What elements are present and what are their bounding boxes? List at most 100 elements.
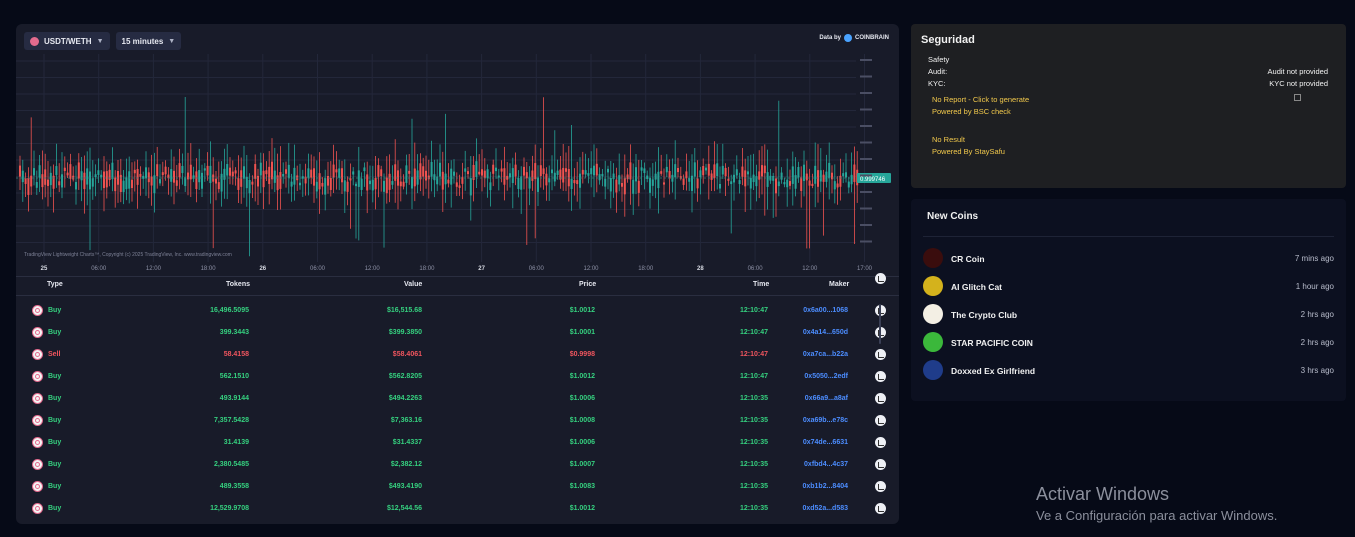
data-provider[interactable]: Data by COINBRAIN bbox=[819, 34, 889, 42]
candle-body bbox=[534, 163, 537, 180]
external-link-icon[interactable] bbox=[875, 437, 886, 448]
candle-body bbox=[41, 174, 44, 188]
table-row: Buy 493.9144 $494.2263 $1.0006 12:10:35 0x66a… bbox=[16, 388, 899, 410]
token-icon bbox=[32, 305, 43, 316]
coin-time: 2 hrs ago bbox=[1300, 310, 1334, 319]
candle-body bbox=[91, 178, 94, 187]
candle-body bbox=[763, 165, 766, 174]
candle-body bbox=[805, 173, 808, 181]
candle-body bbox=[733, 174, 735, 183]
trade-maker-link[interactable]: 0xa69b...e78c bbox=[803, 417, 848, 424]
candle-body bbox=[315, 181, 318, 192]
trade-maker-link[interactable]: 0xa7ca...b22a bbox=[803, 351, 848, 358]
candle-body bbox=[640, 167, 643, 171]
chart-credit[interactable]: TradingView Lightweight Charts™, Copyrig… bbox=[24, 252, 232, 258]
pair-selector[interactable]: USDT/WETH ▼ bbox=[24, 32, 110, 50]
candle-body bbox=[590, 168, 593, 175]
price-chart[interactable]: 0.999746 25 06:00 12:00 18:00 26 06:00 12:00 18:… bbox=[16, 54, 899, 276]
chevron-down-icon: ▼ bbox=[96, 37, 104, 45]
external-link-icon[interactable] bbox=[875, 273, 886, 284]
generate-report-link[interactable]: No Report - Click to generate bbox=[932, 95, 1029, 104]
result-powered-by[interactable]: Powered By StaySafu bbox=[932, 147, 1005, 156]
candle-body bbox=[772, 176, 775, 181]
trade-maker-link[interactable]: 0xd52a...d583 bbox=[802, 505, 848, 512]
candle-body bbox=[100, 174, 103, 178]
external-link-icon[interactable] bbox=[875, 349, 886, 360]
coin-name[interactable]: AI Glitch Cat bbox=[951, 282, 1002, 292]
col-value: Value bbox=[404, 281, 423, 288]
coin-name[interactable]: The Crypto Club bbox=[951, 310, 1017, 320]
candle-body bbox=[335, 169, 338, 173]
coin-item[interactable]: AI Glitch Cat 1 hour ago bbox=[923, 276, 1334, 298]
candle-body bbox=[598, 174, 601, 181]
coin-item[interactable]: CR Coin 7 mins ago bbox=[923, 248, 1334, 270]
candle-body bbox=[282, 173, 285, 177]
candle-body bbox=[371, 179, 374, 191]
trade-value: $399.3850 bbox=[388, 329, 422, 336]
price-axis-tick bbox=[860, 207, 872, 210]
trade-price: $1.0006 bbox=[569, 439, 595, 446]
external-link-icon[interactable] bbox=[875, 503, 886, 514]
coin-name[interactable]: Doxxed Ex Girlfriend bbox=[951, 366, 1035, 376]
trades-list: Buy 16,496.5095 $16,515.68 $1.0012 12:10:47 0… bbox=[16, 295, 899, 524]
external-link-icon[interactable] bbox=[875, 371, 886, 382]
candle-body bbox=[682, 178, 685, 185]
coin-name[interactable]: CR Coin bbox=[951, 254, 985, 264]
candle-body bbox=[439, 162, 441, 177]
trade-maker-link[interactable]: 0xb1b2...8404 bbox=[802, 483, 848, 490]
interval-selector[interactable]: 15 minutes ▼ bbox=[115, 32, 182, 50]
candle-body bbox=[724, 167, 727, 177]
report-powered-by[interactable]: Powered by BSC check bbox=[932, 107, 1011, 116]
candle-body bbox=[573, 180, 576, 184]
token-icon bbox=[32, 459, 43, 470]
candle-body bbox=[587, 173, 590, 176]
kyc-value: KYC not provided bbox=[1269, 79, 1328, 88]
external-link-icon[interactable] bbox=[875, 459, 886, 470]
candle-body bbox=[307, 168, 310, 179]
col-maker: Maker bbox=[829, 281, 850, 288]
candle-body bbox=[836, 183, 839, 188]
candle-body bbox=[537, 177, 539, 192]
external-link-icon[interactable] bbox=[875, 415, 886, 426]
candle-body bbox=[503, 168, 506, 185]
coin-item[interactable]: The Crypto Club 2 hrs ago bbox=[923, 304, 1334, 326]
scrollbar[interactable] bbox=[879, 304, 881, 344]
price-axis-tick bbox=[860, 158, 872, 160]
candle-body bbox=[441, 171, 444, 190]
trade-tokens: 489.3558 bbox=[219, 483, 249, 490]
candle-body bbox=[83, 172, 86, 190]
candle-body bbox=[497, 175, 500, 178]
coin-item[interactable]: STAR PACIFIC COIN 2 hrs ago bbox=[923, 332, 1334, 354]
price-axis-tick bbox=[860, 224, 872, 226]
candle-body bbox=[75, 182, 77, 190]
table-row: Buy 399.3443 $399.3850 $1.0001 12:10:47 0x4a1… bbox=[16, 322, 899, 344]
trade-tokens: 58.4158 bbox=[223, 351, 249, 358]
coin-item[interactable]: Doxxed Ex Girlfriend 3 hrs ago bbox=[923, 360, 1334, 382]
coin-avatar bbox=[923, 276, 943, 296]
candle-body bbox=[97, 170, 100, 175]
coin-name[interactable]: STAR PACIFIC COIN bbox=[951, 338, 1033, 348]
candle-body bbox=[287, 164, 290, 178]
price-axis-tick bbox=[860, 174, 872, 177]
candle-body bbox=[623, 177, 626, 195]
external-link-icon[interactable] bbox=[875, 393, 886, 404]
candle-body bbox=[626, 174, 629, 180]
candle-body bbox=[469, 178, 472, 196]
candle-body bbox=[635, 167, 637, 182]
safety-label: Safety bbox=[928, 55, 950, 64]
trade-maker-link[interactable]: 0x4a14...650d bbox=[803, 329, 848, 336]
trade-maker-link[interactable]: 0x74de...6631 bbox=[803, 439, 848, 446]
candle-body bbox=[654, 173, 657, 180]
trade-maker-link[interactable]: 0x5050...2edf bbox=[804, 373, 848, 380]
candle-body bbox=[646, 175, 649, 179]
trade-maker-link[interactable]: 0x66a9...a8af bbox=[805, 395, 848, 402]
price-axis-tick bbox=[860, 125, 872, 127]
candle-body bbox=[517, 178, 520, 189]
candle-body bbox=[803, 164, 805, 181]
trade-maker-link[interactable]: 0xfbd4...4c37 bbox=[804, 461, 848, 468]
candle-body bbox=[853, 164, 856, 182]
trade-maker-link[interactable]: 0x6a00...1068 bbox=[803, 307, 848, 314]
x-tick-label: 18:00 bbox=[201, 266, 217, 272]
external-link-icon[interactable] bbox=[875, 481, 886, 492]
candle-body bbox=[47, 179, 49, 186]
